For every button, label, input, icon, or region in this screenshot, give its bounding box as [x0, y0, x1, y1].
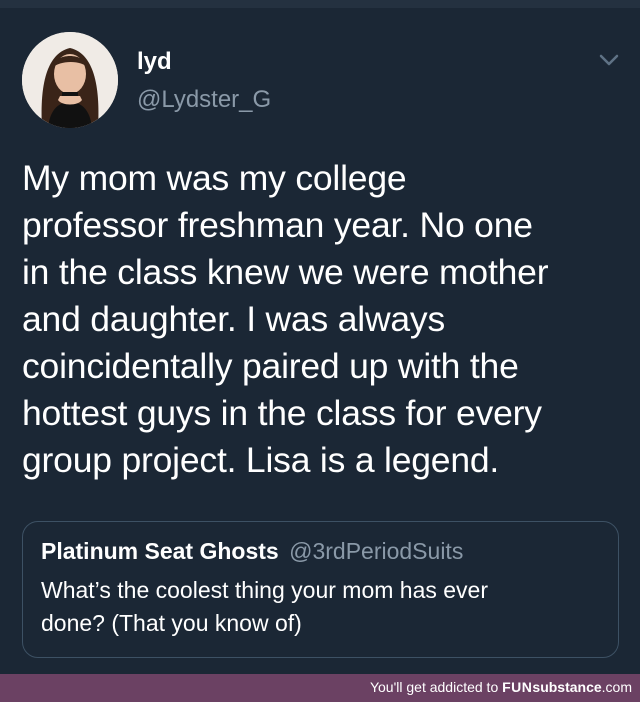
- watermark-bar: You'll get addicted to FUNsubstance.com: [0, 674, 640, 702]
- watermark-prefix: You'll get addicted to: [369, 679, 499, 695]
- quoted-display-name: Platinum Seat Ghosts: [41, 538, 279, 564]
- tweet-text-line: and daughter. I was always: [22, 299, 446, 339]
- quoted-tweet-card[interactable]: Platinum Seat Ghosts @3rdPeriodSuits Wha…: [22, 521, 619, 658]
- display-name[interactable]: lyd: [137, 48, 172, 76]
- chevron-down-icon[interactable]: [596, 50, 622, 70]
- user-handle[interactable]: @Lydster_G: [137, 86, 271, 114]
- tweet-text-line: in the class knew we were mother: [22, 252, 549, 292]
- quoted-text-line: done? (That you know of): [41, 610, 302, 636]
- avatar-image: [22, 32, 118, 128]
- tweet-text: My mom was my college professor freshman…: [22, 155, 628, 484]
- tweet-text-line: hottest guys in the class for every: [22, 393, 542, 433]
- quoted-user-handle: @3rdPeriodSuits: [289, 538, 464, 564]
- watermark-brand-suffix: .com: [601, 679, 632, 695]
- tweet-text-line: group project. Lisa is a legend.: [22, 440, 500, 480]
- quoted-text-line: What’s the coolest thing your mom has ev…: [41, 577, 489, 603]
- avatar[interactable]: [22, 32, 118, 128]
- tweet-text-line: professor freshman year. No one: [22, 205, 533, 245]
- quoted-tweet-header: Platinum Seat Ghosts @3rdPeriodSuits: [41, 538, 463, 565]
- watermark-brand-fun: FUN: [502, 679, 533, 695]
- top-strip: [0, 0, 640, 8]
- watermark-brand-substance: substance: [532, 679, 602, 695]
- tweet-text-line: My mom was my college: [22, 158, 407, 198]
- tweet-text-line: coincidentally paired up with the: [22, 346, 519, 386]
- watermark-text: You'll get addicted to FUNsubstance.com: [370, 679, 632, 695]
- quoted-tweet-text: What’s the coolest thing your mom has ev…: [41, 574, 601, 640]
